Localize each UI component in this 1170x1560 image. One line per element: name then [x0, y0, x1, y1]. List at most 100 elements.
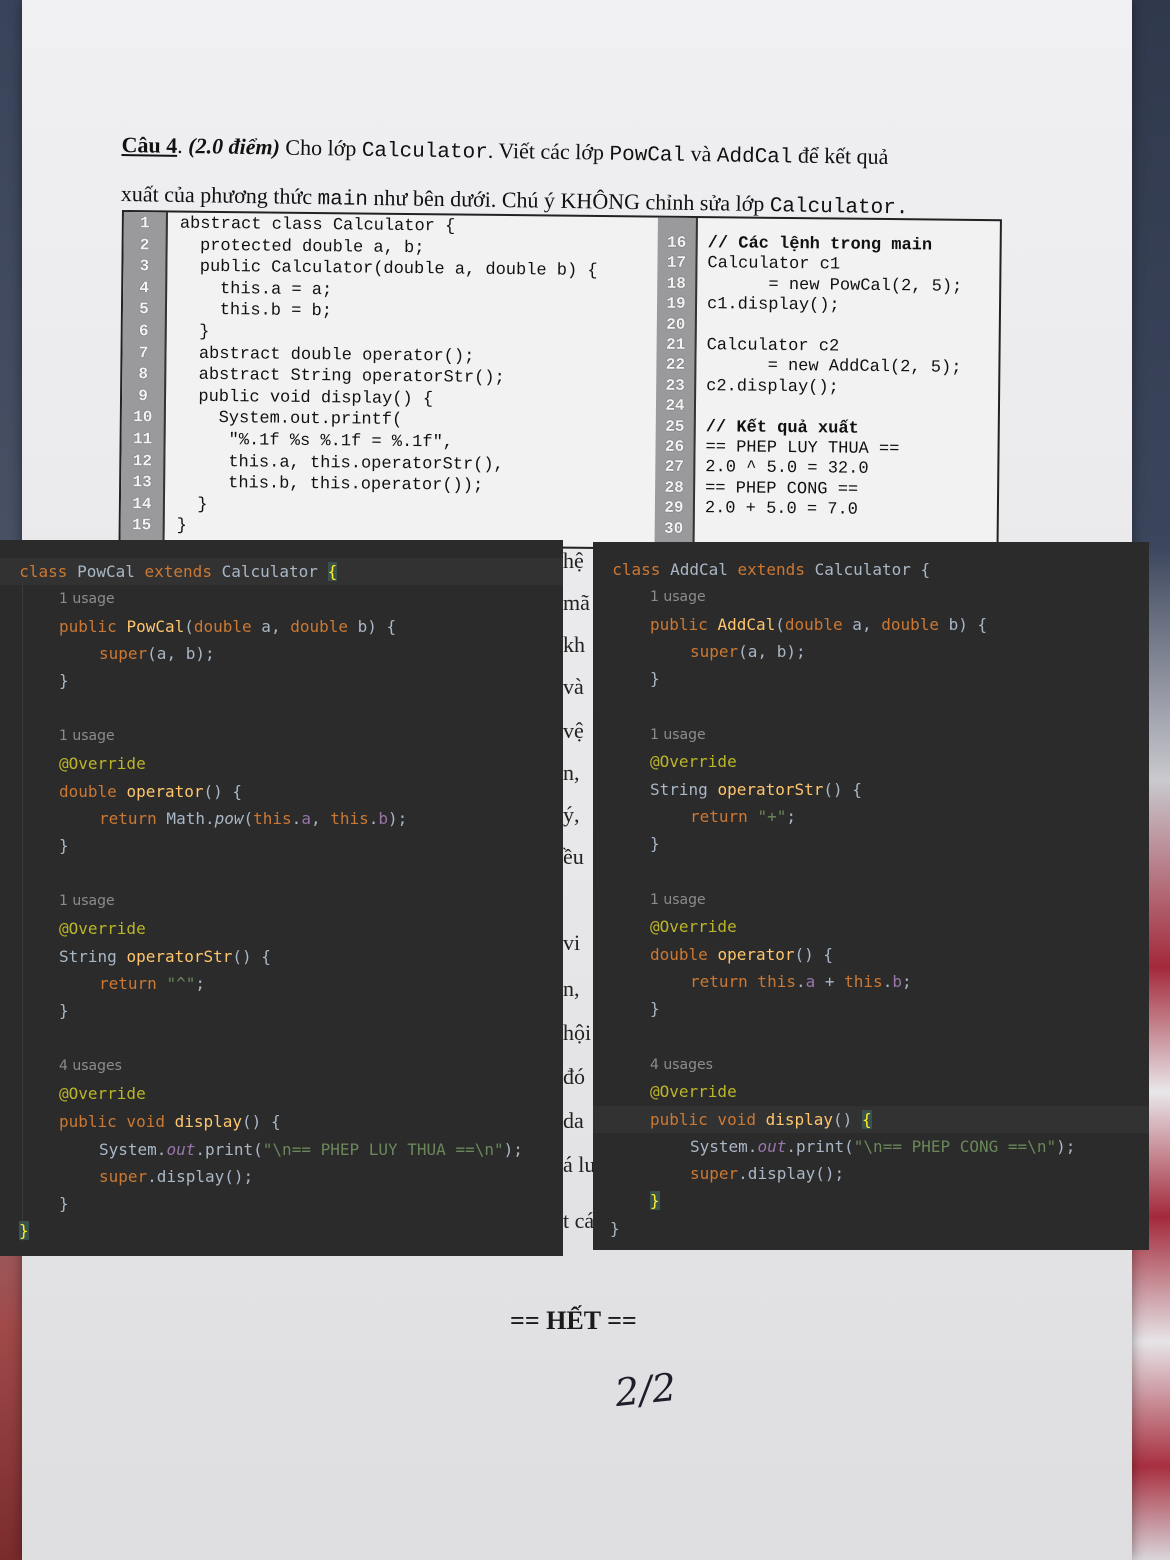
- code-line: protected double a, b;: [179, 236, 425, 258]
- usage-hint[interactable]: 1 usage: [650, 887, 1149, 914]
- paper-text-peek: hệ mã kh và vệ n, ý, ều vi n, hội đó da á lu t cá: [563, 540, 593, 1256]
- line-number: 3: [139, 257, 150, 276]
- code-line: = new PowCal(2, 5);: [707, 274, 963, 297]
- keyword-class: class: [612, 560, 661, 579]
- code-line: "%.1f %s %.1f = %.1f",: [177, 430, 454, 453]
- code-line: this.a, this.operatorStr(),: [177, 452, 504, 475]
- line-number: 24: [665, 396, 685, 416]
- peek-fragment: ều: [563, 844, 584, 869]
- line-number: 18: [666, 274, 686, 293]
- line-number: 16: [666, 233, 687, 252]
- code-line: = new AddCal(2, 5);: [706, 356, 962, 379]
- code-row: class AddCal extends Calculator {: [612, 560, 931, 579]
- super-class-name: Calculator: [221, 562, 318, 581]
- class-name: PowCal: [77, 562, 135, 581]
- usage-hint[interactable]: 1 usage: [650, 584, 1149, 611]
- code-line: == PHEP CONG ==: [705, 478, 859, 500]
- code-line: Calculator c1: [707, 254, 841, 275]
- line-number: 11: [132, 430, 153, 449]
- code-line: // Các lệnh trong main: [707, 234, 933, 256]
- code-row: }: [650, 669, 660, 688]
- line-numbers-left: 1 2 3 4 5 6 7 8 9 10 11 12 13 14 15: [120, 212, 168, 543]
- code-line: c2.display();: [706, 376, 839, 398]
- code-row: String operatorStr() {: [59, 947, 271, 966]
- line-number: 13: [132, 473, 152, 492]
- question-class-a: PowCal: [609, 143, 686, 168]
- line-number: 7: [138, 343, 149, 362]
- code-line: abstract String operatorStr();: [178, 365, 505, 389]
- usage-hint[interactable]: 4 usages: [59, 1053, 563, 1080]
- code-row: System.out.print("\n== PHEP LUY THUA ==\…: [99, 1140, 523, 1159]
- code-row: super.display();: [690, 1164, 845, 1183]
- print-string: \n== PHEP CONG ==\n: [863, 1137, 1047, 1156]
- code-line: c1.display();: [706, 295, 840, 316]
- override-annotation: @Override: [650, 917, 737, 936]
- code-line: == PHEP LUY THUA ==: [705, 438, 900, 460]
- line-number: 22: [665, 356, 686, 375]
- peek-fragment: á lu: [563, 1152, 593, 1177]
- code-row: return this.a + this.b;: [690, 972, 912, 991]
- line-number: 4: [139, 278, 150, 298]
- usage-hint[interactable]: 1 usage: [59, 723, 563, 750]
- question-text-before: Cho lớp: [285, 134, 357, 161]
- code-row: super(a, b);: [99, 644, 215, 663]
- end-marker: == HẾT ==: [510, 1306, 637, 1335]
- peek-fragment: và: [563, 674, 584, 699]
- keyword-extends: extends: [144, 562, 212, 581]
- line-number: 28: [664, 478, 684, 497]
- peek-fragment: n,: [563, 976, 580, 1001]
- code-line: this.b = b;: [178, 300, 333, 322]
- code-row: double operator() {: [650, 945, 834, 964]
- code-row: public AddCal(double a, double b) {: [650, 615, 988, 634]
- line-number: 27: [664, 458, 685, 477]
- code-line: public Calculator(double a, double b) {: [179, 257, 598, 282]
- usage-hint[interactable]: 1 usage: [650, 722, 1149, 749]
- peek-fragment: hội: [563, 1020, 592, 1045]
- code-row: return Math.pow(this.a, this.b);: [99, 809, 408, 828]
- question-number: Câu 4: [121, 131, 178, 158]
- operator-symbol: +: [767, 807, 777, 826]
- override-annotation: @Override: [650, 752, 737, 771]
- open-brace: {: [327, 562, 338, 581]
- question-class-name: Calculator: [361, 139, 488, 165]
- super-class-name: Calculator: [814, 560, 911, 579]
- operator-symbol: ^: [176, 974, 186, 993]
- usage-hint[interactable]: 1 usage: [59, 888, 563, 915]
- usage-hint[interactable]: 4 usages: [650, 1052, 1149, 1079]
- line-number: 5: [139, 300, 149, 319]
- peek-fragment: vi: [563, 930, 581, 955]
- keyword-extends: extends: [737, 560, 805, 579]
- code-row: }: [59, 1194, 69, 1213]
- page-number: 2/2: [612, 1364, 679, 1416]
- code-line: this.a = a;: [179, 279, 333, 301]
- line-number: 8: [138, 365, 149, 384]
- line-number: 2: [139, 235, 150, 254]
- peek-fragment: da: [563, 1108, 584, 1133]
- question-line2-before: xuất của phương thức: [120, 180, 313, 209]
- line-number: 29: [664, 498, 684, 518]
- class-name: AddCal: [670, 560, 728, 579]
- code-line: }: [178, 322, 210, 342]
- override-annotation: @Override: [59, 1084, 146, 1103]
- code-row: super(a, b);: [690, 642, 806, 661]
- override-annotation: @Override: [650, 1082, 737, 1101]
- line-number: 17: [666, 254, 687, 273]
- line-number: 23: [665, 376, 685, 395]
- peek-fragment: ý,: [563, 802, 580, 827]
- line-number: 30: [663, 519, 684, 538]
- code-row: double operator() {: [59, 782, 243, 801]
- code-row: super.display();: [99, 1167, 254, 1186]
- code-row: }: [59, 1001, 69, 1020]
- keyword-class: class: [19, 562, 68, 581]
- code-line: Calculator c2: [706, 336, 840, 357]
- line-number: 21: [665, 335, 686, 354]
- line-number: 14: [132, 494, 152, 514]
- code-row: }: [610, 1219, 620, 1238]
- code-row: }: [59, 671, 69, 690]
- line-number: 1: [139, 214, 150, 233]
- code-row: public PowCal(double a, double b) {: [59, 617, 397, 636]
- line-number: 25: [665, 417, 685, 436]
- peek-fragment: kh: [563, 632, 585, 657]
- usage-hint[interactable]: 1 usage: [59, 586, 563, 613]
- peek-fragment: n,: [563, 760, 580, 785]
